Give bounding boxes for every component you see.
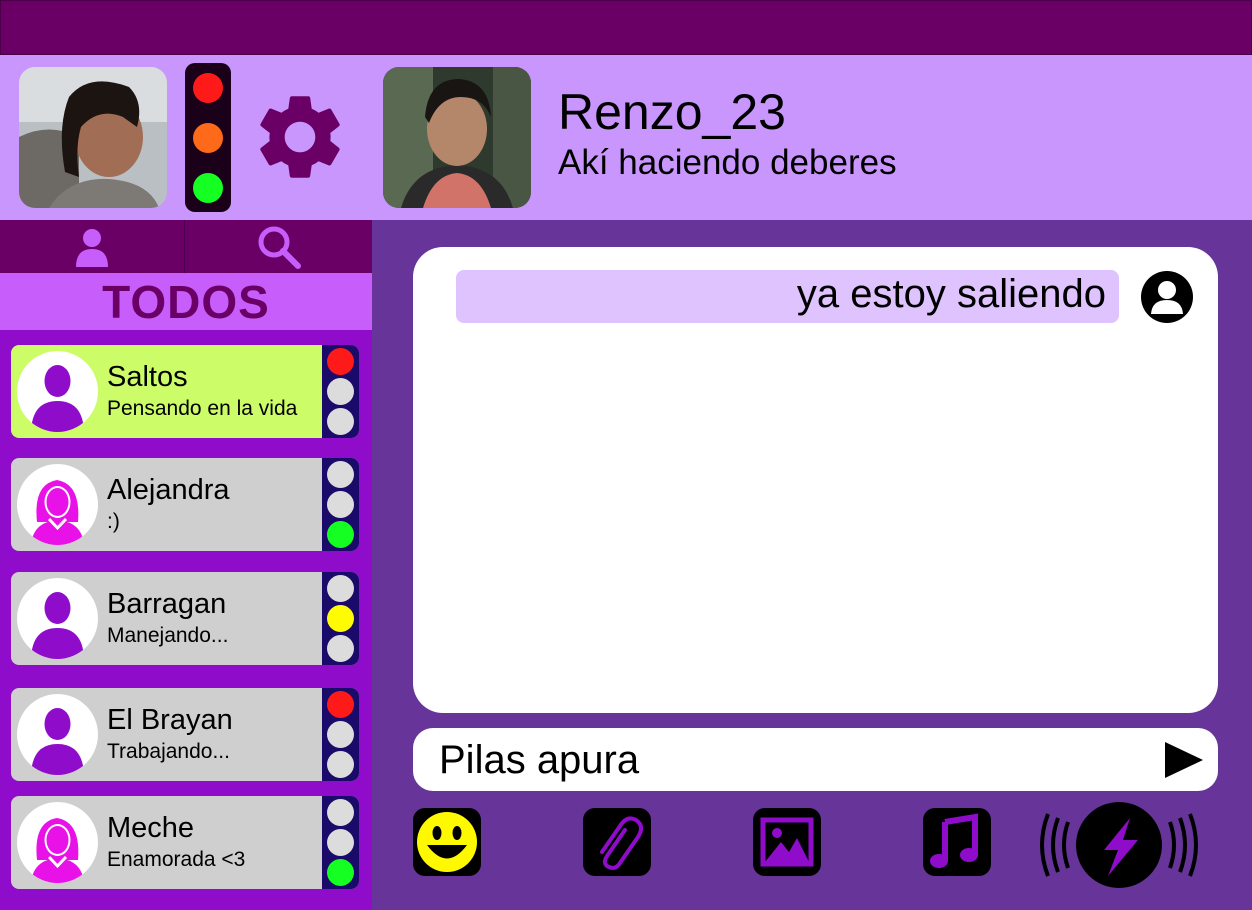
contact-status: Pensando en la vida — [107, 397, 298, 420]
top-bar — [0, 0, 1252, 55]
gear-icon[interactable] — [249, 86, 351, 188]
contacts-sidebar: TODOS Saltos Pensando en la vida Alejandra… — [0, 220, 372, 910]
status-dot — [327, 751, 354, 778]
status-dot — [327, 408, 354, 435]
contact-status: Enamorada <3 — [107, 848, 246, 871]
lightning-buzz-icon[interactable] — [1034, 800, 1204, 890]
status-dot — [327, 829, 354, 856]
female-avatar-icon — [17, 802, 98, 883]
female-avatar-icon — [17, 464, 98, 545]
status-dot — [327, 575, 354, 602]
male-avatar-icon — [17, 578, 98, 659]
status-dot — [327, 721, 354, 748]
status-dot — [327, 491, 354, 518]
send-arrow-icon[interactable] — [1163, 740, 1205, 780]
contact-name: Barragan — [107, 588, 227, 620]
smiley-icon[interactable] — [413, 808, 481, 876]
status-dot — [327, 521, 354, 548]
busy-lamp[interactable] — [193, 73, 223, 103]
message-input[interactable] — [439, 734, 1139, 786]
contact-status-light — [322, 796, 359, 889]
tab-contacts[interactable] — [0, 220, 185, 273]
status-dot — [327, 859, 354, 886]
male-avatar-icon — [17, 351, 98, 432]
status-dot — [327, 348, 354, 375]
contact-card[interactable]: El Brayan Trabajando... — [11, 688, 359, 781]
away-lamp[interactable] — [193, 123, 223, 153]
my-profile-photo[interactable] — [19, 67, 167, 208]
contact-status-light — [322, 345, 359, 438]
available-lamp[interactable] — [193, 173, 223, 203]
contact-name: Meche — [107, 812, 195, 844]
tab-search[interactable] — [186, 220, 372, 273]
user-avatar-icon — [1140, 270, 1194, 324]
contact-name: Alejandra — [107, 474, 230, 506]
search-icon — [258, 226, 301, 269]
chat-panel: ya estoy saliendo — [372, 220, 1252, 910]
contact-card[interactable]: Meche Enamorada <3 — [11, 796, 359, 889]
chat-history[interactable]: ya estoy saliendo — [413, 247, 1218, 713]
contact-name: Saltos — [107, 361, 188, 393]
status-dot — [327, 635, 354, 662]
contact-card[interactable]: Barragan Manejando... — [11, 572, 359, 665]
image-icon[interactable] — [753, 808, 821, 876]
contact-name: Renzo_23 — [558, 84, 786, 140]
header: Renzo_23 Akí haciendo deberes — [0, 55, 1252, 220]
contact-status: Manejando... — [107, 624, 229, 647]
music-note-icon[interactable] — [923, 808, 991, 876]
contact-status-light — [322, 572, 359, 665]
contact-status-light — [322, 688, 359, 781]
status-dot — [327, 461, 354, 488]
contact-status: :) — [107, 510, 120, 533]
contact-card[interactable]: Saltos Pensando en la vida — [11, 345, 359, 438]
message-bubble: ya estoy saliendo — [456, 270, 1119, 323]
status-dot — [327, 605, 354, 632]
contact-status-message: Akí haciendo deberes — [558, 143, 897, 182]
filter-label: TODOS — [102, 275, 270, 328]
message-input-bar[interactable] — [413, 728, 1218, 791]
message-text: ya estoy saliendo — [796, 272, 1106, 316]
contact-profile-photo[interactable] — [383, 67, 531, 208]
contact-status-light — [322, 458, 359, 551]
sidebar-tabs — [0, 220, 372, 273]
contact-card[interactable]: Alejandra:) — [11, 458, 359, 551]
status-dot — [327, 378, 354, 405]
status-traffic-light[interactable] — [185, 63, 231, 212]
person-icon — [76, 228, 108, 267]
paperclip-icon[interactable] — [583, 808, 651, 876]
contact-filter[interactable]: TODOS — [0, 273, 372, 330]
status-dot — [327, 691, 354, 718]
male-avatar-icon — [17, 694, 98, 775]
contact-status: Trabajando... — [107, 740, 230, 763]
status-dot — [327, 799, 354, 826]
contact-name: El Brayan — [107, 704, 233, 736]
